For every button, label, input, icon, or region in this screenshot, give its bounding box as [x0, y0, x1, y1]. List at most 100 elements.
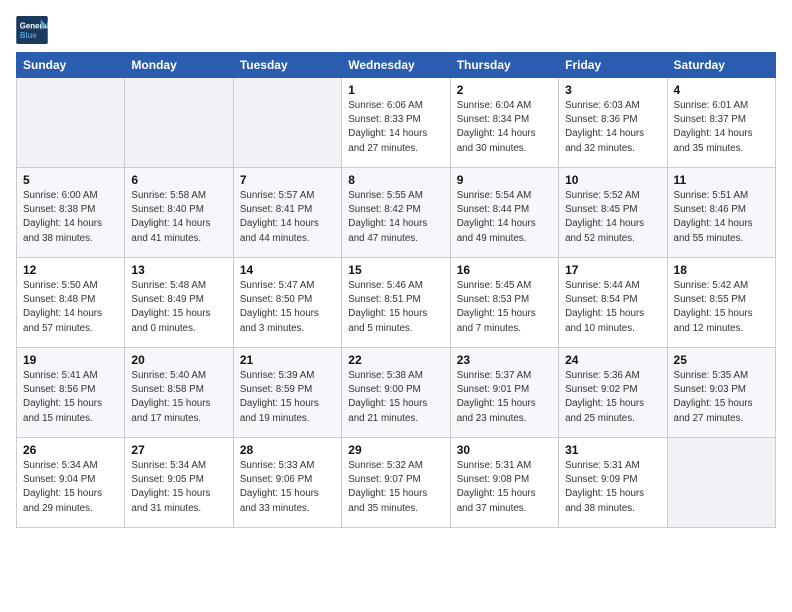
- day-number: 9: [457, 173, 552, 187]
- day-cell: 6 Sunrise: 5:58 AM Sunset: 8:40 PM Daylig…: [125, 168, 233, 258]
- day-cell: 8 Sunrise: 5:55 AM Sunset: 8:42 PM Daylig…: [342, 168, 450, 258]
- day-info: Sunrise: 5:35 AM Sunset: 9:03 PM Dayligh…: [674, 369, 769, 426]
- day-number: 8: [348, 173, 443, 187]
- column-header-wednesday: Wednesday: [342, 53, 450, 78]
- day-number: 14: [240, 263, 335, 277]
- day-number: 4: [674, 83, 769, 97]
- day-info: Sunrise: 6:04 AM Sunset: 8:34 PM Dayligh…: [457, 99, 552, 156]
- day-cell: 29 Sunrise: 5:32 AM Sunset: 9:07 PM Dayli…: [342, 438, 450, 528]
- day-info: Sunrise: 5:55 AM Sunset: 8:42 PM Dayligh…: [348, 189, 443, 246]
- column-header-thursday: Thursday: [450, 53, 558, 78]
- day-cell: 4Sunrise: 6:01 AM Sunset: 8:37 PM Daylig…: [667, 78, 775, 168]
- day-cell: 24Sunrise: 5:36 AM Sunset: 9:02 PM Dayli…: [559, 348, 667, 438]
- day-number: 17: [565, 263, 660, 277]
- day-cell: 27 Sunrise: 5:34 AM Sunset: 9:05 PM Dayli…: [125, 438, 233, 528]
- day-number: 5: [23, 173, 118, 187]
- day-info: Sunrise: 5:40 AM Sunset: 8:58 PM Dayligh…: [131, 369, 226, 426]
- day-number: 2: [457, 83, 552, 97]
- day-info: Sunrise: 5:58 AM Sunset: 8:40 PM Dayligh…: [131, 189, 226, 246]
- day-info: Sunrise: 5:39 AM Sunset: 8:59 PM Dayligh…: [240, 369, 335, 426]
- day-info: Sunrise: 5:37 AM Sunset: 9:01 PM Dayligh…: [457, 369, 552, 426]
- day-number: 28: [240, 443, 335, 457]
- day-info: Sunrise: 5:51 AM Sunset: 8:46 PM Dayligh…: [674, 189, 769, 246]
- week-row-2: 5 Sunrise: 6:00 AM Sunset: 8:38 PM Daylig…: [17, 168, 776, 258]
- day-info: Sunrise: 6:03 AM Sunset: 8:36 PM Dayligh…: [565, 99, 660, 156]
- week-row-5: 26Sunrise: 5:34 AM Sunset: 9:04 PM Dayli…: [17, 438, 776, 528]
- day-cell: 22Sunrise: 5:38 AM Sunset: 9:00 PM Dayli…: [342, 348, 450, 438]
- day-cell: [17, 78, 125, 168]
- day-number: 1: [348, 83, 443, 97]
- day-number: 26: [23, 443, 118, 457]
- day-number: 25: [674, 353, 769, 367]
- logo: General Blue: [16, 16, 48, 44]
- day-number: 18: [674, 263, 769, 277]
- day-cell: 21 Sunrise: 5:39 AM Sunset: 8:59 PM Dayli…: [233, 348, 341, 438]
- week-row-3: 12 Sunrise: 5:50 AM Sunset: 8:48 PM Dayli…: [17, 258, 776, 348]
- day-info: Sunrise: 5:34 AM Sunset: 9:05 PM Dayligh…: [131, 459, 226, 516]
- day-cell: 12 Sunrise: 5:50 AM Sunset: 8:48 PM Dayli…: [17, 258, 125, 348]
- day-number: 19: [23, 353, 118, 367]
- day-number: 27: [131, 443, 226, 457]
- day-info: Sunrise: 5:31 AM Sunset: 9:09 PM Dayligh…: [565, 459, 660, 516]
- day-number: 23: [457, 353, 552, 367]
- day-cell: 13 Sunrise: 5:48 AM Sunset: 8:49 PM Dayli…: [125, 258, 233, 348]
- day-cell: 18 Sunrise: 5:42 AM Sunset: 8:55 PM Dayli…: [667, 258, 775, 348]
- day-cell: 23 Sunrise: 5:37 AM Sunset: 9:01 PM Dayli…: [450, 348, 558, 438]
- day-cell: 1 Sunrise: 6:06 AM Sunset: 8:33 PM Daylig…: [342, 78, 450, 168]
- day-cell: 10 Sunrise: 5:52 AM Sunset: 8:45 PM Dayli…: [559, 168, 667, 258]
- day-cell: [125, 78, 233, 168]
- day-info: Sunrise: 5:32 AM Sunset: 9:07 PM Dayligh…: [348, 459, 443, 516]
- day-info: Sunrise: 6:06 AM Sunset: 8:33 PM Dayligh…: [348, 99, 443, 156]
- day-number: 11: [674, 173, 769, 187]
- day-cell: 14 Sunrise: 5:47 AM Sunset: 8:50 PM Dayli…: [233, 258, 341, 348]
- day-info: Sunrise: 6:00 AM Sunset: 8:38 PM Dayligh…: [23, 189, 118, 246]
- day-number: 24: [565, 353, 660, 367]
- day-cell: 11 Sunrise: 5:51 AM Sunset: 8:46 PM Dayli…: [667, 168, 775, 258]
- page-header: General Blue: [16, 16, 776, 44]
- day-number: 16: [457, 263, 552, 277]
- column-header-saturday: Saturday: [667, 53, 775, 78]
- day-number: 31: [565, 443, 660, 457]
- logo-icon: General Blue: [16, 16, 48, 44]
- day-cell: 7 Sunrise: 5:57 AM Sunset: 8:41 PM Daylig…: [233, 168, 341, 258]
- day-info: Sunrise: 5:57 AM Sunset: 8:41 PM Dayligh…: [240, 189, 335, 246]
- day-number: 21: [240, 353, 335, 367]
- column-header-friday: Friday: [559, 53, 667, 78]
- column-header-sunday: Sunday: [17, 53, 125, 78]
- calendar-table: SundayMondayTuesdayWednesdayThursdayFrid…: [16, 52, 776, 528]
- day-info: Sunrise: 5:45 AM Sunset: 8:53 PM Dayligh…: [457, 279, 552, 336]
- day-number: 3: [565, 83, 660, 97]
- day-number: 29: [348, 443, 443, 457]
- day-cell: 28Sunrise: 5:33 AM Sunset: 9:06 PM Dayli…: [233, 438, 341, 528]
- column-header-monday: Monday: [125, 53, 233, 78]
- day-cell: 19 Sunrise: 5:41 AM Sunset: 8:56 PM Dayli…: [17, 348, 125, 438]
- day-cell: [233, 78, 341, 168]
- day-info: Sunrise: 5:50 AM Sunset: 8:48 PM Dayligh…: [23, 279, 118, 336]
- day-cell: 3 Sunrise: 6:03 AM Sunset: 8:36 PM Daylig…: [559, 78, 667, 168]
- day-cell: 15Sunrise: 5:46 AM Sunset: 8:51 PM Dayli…: [342, 258, 450, 348]
- day-info: Sunrise: 5:52 AM Sunset: 8:45 PM Dayligh…: [565, 189, 660, 246]
- day-cell: 25 Sunrise: 5:35 AM Sunset: 9:03 PM Dayli…: [667, 348, 775, 438]
- day-info: Sunrise: 5:41 AM Sunset: 8:56 PM Dayligh…: [23, 369, 118, 426]
- day-info: Sunrise: 5:47 AM Sunset: 8:50 PM Dayligh…: [240, 279, 335, 336]
- day-cell: [667, 438, 775, 528]
- day-number: 22: [348, 353, 443, 367]
- column-header-tuesday: Tuesday: [233, 53, 341, 78]
- day-info: Sunrise: 5:42 AM Sunset: 8:55 PM Dayligh…: [674, 279, 769, 336]
- header-row: SundayMondayTuesdayWednesdayThursdayFrid…: [17, 53, 776, 78]
- day-cell: 31 Sunrise: 5:31 AM Sunset: 9:09 PM Dayli…: [559, 438, 667, 528]
- week-row-4: 19 Sunrise: 5:41 AM Sunset: 8:56 PM Dayli…: [17, 348, 776, 438]
- day-cell: 20Sunrise: 5:40 AM Sunset: 8:58 PM Dayli…: [125, 348, 233, 438]
- week-row-1: 1 Sunrise: 6:06 AM Sunset: 8:33 PM Daylig…: [17, 78, 776, 168]
- day-number: 12: [23, 263, 118, 277]
- day-cell: 2 Sunrise: 6:04 AM Sunset: 8:34 PM Daylig…: [450, 78, 558, 168]
- day-info: Sunrise: 5:44 AM Sunset: 8:54 PM Dayligh…: [565, 279, 660, 336]
- day-number: 7: [240, 173, 335, 187]
- day-info: Sunrise: 5:48 AM Sunset: 8:49 PM Dayligh…: [131, 279, 226, 336]
- day-number: 10: [565, 173, 660, 187]
- day-number: 6: [131, 173, 226, 187]
- day-cell: 26Sunrise: 5:34 AM Sunset: 9:04 PM Dayli…: [17, 438, 125, 528]
- day-number: 13: [131, 263, 226, 277]
- day-cell: 17 Sunrise: 5:44 AM Sunset: 8:54 PM Dayli…: [559, 258, 667, 348]
- day-cell: 5 Sunrise: 6:00 AM Sunset: 8:38 PM Daylig…: [17, 168, 125, 258]
